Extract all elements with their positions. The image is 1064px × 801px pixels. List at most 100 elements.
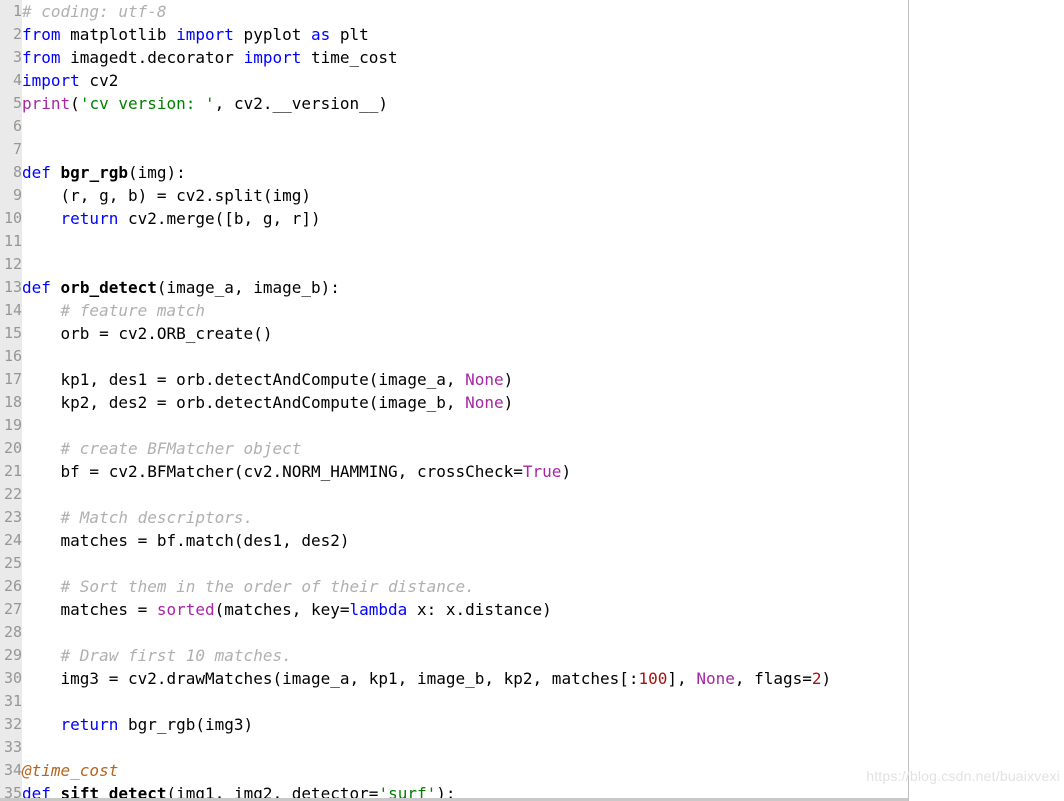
line-number: 21 bbox=[3, 462, 22, 480]
token-plain: pyplot bbox=[233, 25, 311, 44]
code-line-text[interactable]: def bgr_rgb(img): bbox=[22, 161, 186, 184]
line-number: 16 bbox=[3, 347, 22, 365]
code-line-text[interactable]: @time_cost bbox=[22, 759, 118, 782]
line-number: 30 bbox=[3, 669, 22, 687]
code-line[interactable]: 12 bbox=[0, 253, 1064, 276]
code-line-text[interactable]: kp2, des2 = orb.detectAndCompute(image_b… bbox=[22, 391, 514, 414]
line-number: 8 bbox=[12, 163, 22, 181]
code-line[interactable]: 13def orb_detect(image_a, image_b): bbox=[0, 276, 1064, 299]
code-line[interactable]: 1# coding: utf-8 bbox=[0, 0, 1064, 23]
code-line[interactable]: 7 bbox=[0, 138, 1064, 161]
code-line-text[interactable]: from imagedt.decorator import time_cost bbox=[22, 46, 398, 69]
token-plain: kp2, des2 = orb.detectAndCompute(image_b… bbox=[22, 393, 466, 412]
code-line[interactable]: 17 kp1, des1 = orb.detectAndCompute(imag… bbox=[0, 368, 1064, 391]
code-line[interactable]: 29 # Draw first 10 matches. bbox=[0, 644, 1064, 667]
code-line[interactable]: 4import cv2 bbox=[0, 69, 1064, 92]
code-line-text[interactable]: (r, g, b) = cv2.split(img) bbox=[22, 184, 311, 207]
code-line[interactable]: 15 orb = cv2.ORB_create() bbox=[0, 322, 1064, 345]
code-line-text[interactable]: from matplotlib import pyplot as plt bbox=[22, 23, 369, 46]
token-kw: import bbox=[176, 25, 234, 44]
token-kw: return bbox=[60, 209, 119, 228]
code-line-text[interactable]: img3 = cv2.drawMatches(image_a, kp1, ima… bbox=[22, 667, 832, 690]
code-line[interactable]: 33 bbox=[0, 736, 1064, 759]
code-line[interactable]: 22 bbox=[0, 483, 1064, 506]
token-kw: def bbox=[22, 163, 51, 182]
code-line-text[interactable]: # Draw first 10 matches. bbox=[22, 644, 292, 667]
token-plain: bgr_rgb(img3) bbox=[118, 715, 254, 734]
token-builtin: sorted bbox=[156, 600, 215, 619]
code-line[interactable]: 26 # Sort them in the order of their dis… bbox=[0, 575, 1064, 598]
line-number: 28 bbox=[3, 623, 22, 641]
code-line[interactable]: 11 bbox=[0, 230, 1064, 253]
line-number: 27 bbox=[3, 600, 22, 618]
code-line-text[interactable]: # Match descriptors. bbox=[22, 506, 254, 529]
line-number: 23 bbox=[3, 508, 22, 526]
token-plain: orb = cv2.ORB_create() bbox=[22, 324, 273, 343]
line-number: 18 bbox=[3, 393, 22, 411]
code-content-area[interactable]: 1# coding: utf-8 2from matplotlib import … bbox=[0, 0, 1064, 801]
code-line[interactable]: 21 bf = cv2.BFMatcher(cv2.NORM_HAMMING, … bbox=[0, 460, 1064, 483]
code-line[interactable]: 25 bbox=[0, 552, 1064, 575]
line-number: 10 bbox=[3, 209, 22, 227]
code-line[interactable]: 27 matches = sorted(matches, key=lambda … bbox=[0, 598, 1064, 621]
code-line-text[interactable]: bf = cv2.BFMatcher(cv2.NORM_HAMMING, cro… bbox=[22, 460, 572, 483]
code-line[interactable]: 8def bgr_rgb(img): bbox=[0, 161, 1064, 184]
token-kw: return bbox=[60, 715, 119, 734]
code-line-text[interactable]: matches = bf.match(des1, des2) bbox=[22, 529, 350, 552]
code-line[interactable]: 28 bbox=[0, 621, 1064, 644]
token-comment: # coding: utf-8 bbox=[22, 2, 167, 21]
code-editor[interactable]: 1# coding: utf-8 2from matplotlib import … bbox=[0, 0, 1064, 801]
code-line[interactable]: 32 return bgr_rgb(img3) bbox=[0, 713, 1064, 736]
code-line[interactable]: 23 # Match descriptors. bbox=[0, 506, 1064, 529]
token-const: None bbox=[465, 393, 504, 412]
code-line-text[interactable]: return cv2.merge([b, g, r]) bbox=[22, 207, 321, 230]
code-line-text[interactable]: # create BFMatcher object bbox=[22, 437, 302, 460]
right-margin-guide-line bbox=[908, 0, 909, 801]
code-line-text[interactable]: orb = cv2.ORB_create() bbox=[22, 322, 273, 345]
token-plain: ( bbox=[70, 94, 80, 113]
token-const: None bbox=[696, 669, 735, 688]
code-line[interactable]: 30 img3 = cv2.drawMatches(image_a, kp1, … bbox=[0, 667, 1064, 690]
line-number: 17 bbox=[3, 370, 22, 388]
token-plain: ) bbox=[503, 370, 514, 389]
code-line[interactable]: 20 # create BFMatcher object bbox=[0, 437, 1064, 460]
code-line[interactable]: 3from imagedt.decorator import time_cost bbox=[0, 46, 1064, 69]
code-line-text[interactable]: print('cv version: ', cv2.__version__) bbox=[22, 92, 388, 115]
code-line[interactable]: 19 bbox=[0, 414, 1064, 437]
token-plain: (matches, key= bbox=[214, 600, 350, 619]
token-plain: bf = cv2.BFMatcher(cv2.NORM_HAMMING, cro… bbox=[22, 462, 523, 481]
code-line-text[interactable]: kp1, des1 = orb.detectAndCompute(image_a… bbox=[22, 368, 514, 391]
line-number: 9 bbox=[12, 186, 22, 204]
token-plain: , flags= bbox=[734, 669, 812, 688]
code-line-text[interactable]: return bgr_rgb(img3) bbox=[22, 713, 254, 736]
code-line-text[interactable]: matches = sorted(matches, key=lambda x: … bbox=[22, 598, 552, 621]
code-line-text[interactable]: # Sort them in the order of their distan… bbox=[22, 575, 475, 598]
code-line-text[interactable]: import cv2 bbox=[22, 69, 118, 92]
token-func: bgr_rgb bbox=[60, 163, 128, 182]
token-plain: matches = bf.match(des1, des2) bbox=[22, 531, 350, 550]
line-number: 13 bbox=[3, 278, 22, 296]
code-line[interactable]: 18 kp2, des2 = orb.detectAndCompute(imag… bbox=[0, 391, 1064, 414]
token-plain: , cv2.__version__) bbox=[214, 94, 389, 113]
code-line[interactable]: 14 # feature match bbox=[0, 299, 1064, 322]
code-line[interactable]: 24 matches = bf.match(des1, des2) bbox=[0, 529, 1064, 552]
code-line-text[interactable]: # feature match bbox=[22, 299, 206, 322]
code-line-text[interactable]: def orb_detect(image_a, image_b): bbox=[22, 276, 340, 299]
code-line[interactable]: 10 return cv2.merge([b, g, r]) bbox=[0, 207, 1064, 230]
token-const: None bbox=[465, 370, 504, 389]
code-line[interactable]: 9 (r, g, b) = cv2.split(img) bbox=[0, 184, 1064, 207]
code-line[interactable]: 34@time_cost bbox=[0, 759, 1064, 782]
code-line[interactable]: 2from matplotlib import pyplot as plt bbox=[0, 23, 1064, 46]
code-line-text[interactable]: # coding: utf-8 bbox=[22, 0, 167, 23]
code-line[interactable]: 16 bbox=[0, 345, 1064, 368]
line-number: 25 bbox=[3, 554, 22, 572]
code-line[interactable]: 31 bbox=[0, 690, 1064, 713]
code-line[interactable]: 5print('cv version: ', cv2.__version__) bbox=[0, 92, 1064, 115]
code-line[interactable]: 6 bbox=[0, 115, 1064, 138]
token-plain: img3 = cv2.drawMatches(image_a, kp1, ima… bbox=[22, 669, 639, 688]
